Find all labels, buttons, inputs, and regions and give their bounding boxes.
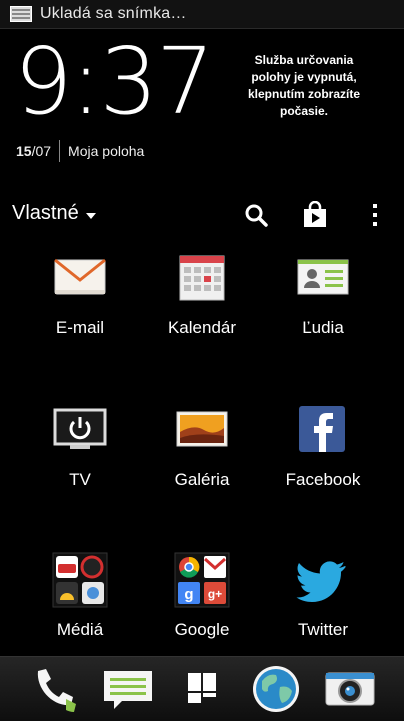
app-label: Twitter (297, 620, 349, 639)
app-label: Médiá (56, 620, 104, 639)
app-label: TV (69, 470, 91, 489)
app-gallery[interactable]: Galéria (135, 402, 269, 490)
dock-internet[interactable] (250, 663, 302, 715)
all-apps-icon (188, 673, 216, 703)
app-twitter[interactable]: Twitter (256, 552, 390, 640)
screenshot-icon (10, 6, 32, 22)
svg-text:g: g (184, 586, 193, 603)
search-button[interactable] (241, 200, 271, 230)
app-people[interactable]: Ľudia (256, 250, 390, 338)
google-folder-icon: g g+ (174, 552, 230, 608)
overflow-menu-button[interactable] (360, 200, 390, 230)
location-label: Moja poloha (68, 143, 145, 159)
date-month: /07 (31, 143, 52, 159)
folder-dropdown[interactable]: Vlastné (12, 202, 96, 225)
people-icon (297, 259, 349, 295)
dock-messages[interactable] (102, 663, 154, 715)
twitter-icon (296, 561, 346, 602)
notification-text: Ukladá sa snímka… (40, 5, 187, 22)
divider (59, 140, 61, 162)
status-bar[interactable]: Ukladá sa snímka… (0, 0, 404, 29)
store-bag-icon (304, 201, 326, 227)
email-icon (54, 258, 106, 295)
app-tv[interactable]: TV (13, 402, 147, 490)
caret-down-icon (85, 212, 96, 219)
home-toolbar: Vlastné (0, 196, 404, 236)
app-label: E-mail (55, 318, 105, 337)
dock (0, 656, 404, 721)
messages-icon (104, 671, 152, 709)
facebook-icon (299, 406, 345, 452)
app-label: Google (174, 620, 230, 639)
camera-icon (325, 672, 375, 706)
folder-media[interactable]: Médiá (13, 552, 147, 640)
globe-icon (253, 666, 299, 712)
dock-phone[interactable] (26, 663, 78, 715)
app-label: Ľudia (302, 318, 344, 337)
app-email[interactable]: E-mail (13, 250, 147, 338)
dock-all-apps[interactable] (176, 663, 228, 715)
play-store-button[interactable] (300, 200, 330, 230)
app-label: Facebook (285, 470, 361, 489)
app-label: Kalendár (167, 318, 237, 337)
media-folder-icon (52, 552, 108, 608)
dock-camera[interactable] (324, 663, 376, 715)
calendar-icon (179, 255, 225, 301)
weather-message[interactable]: Služba určovania polohy je vypnutá, klep… (244, 52, 364, 120)
app-facebook[interactable]: Facebook (256, 402, 390, 490)
clock-time[interactable]: 9:37 (14, 32, 215, 132)
more-vert-icon (373, 204, 377, 226)
phone-icon (37, 669, 76, 712)
tv-icon (53, 408, 107, 449)
svg-text:g+: g+ (208, 587, 222, 601)
folder-google[interactable]: g g+ Google (135, 552, 269, 640)
date-location-row[interactable]: 15/07 Moja poloha (16, 140, 144, 162)
date-day: 15 (16, 143, 32, 159)
folder-label: Vlastné (12, 202, 79, 224)
search-icon (245, 204, 268, 227)
app-label: Galéria (174, 470, 230, 489)
gallery-icon (176, 411, 228, 447)
app-calendar[interactable]: Kalendár (135, 250, 269, 338)
